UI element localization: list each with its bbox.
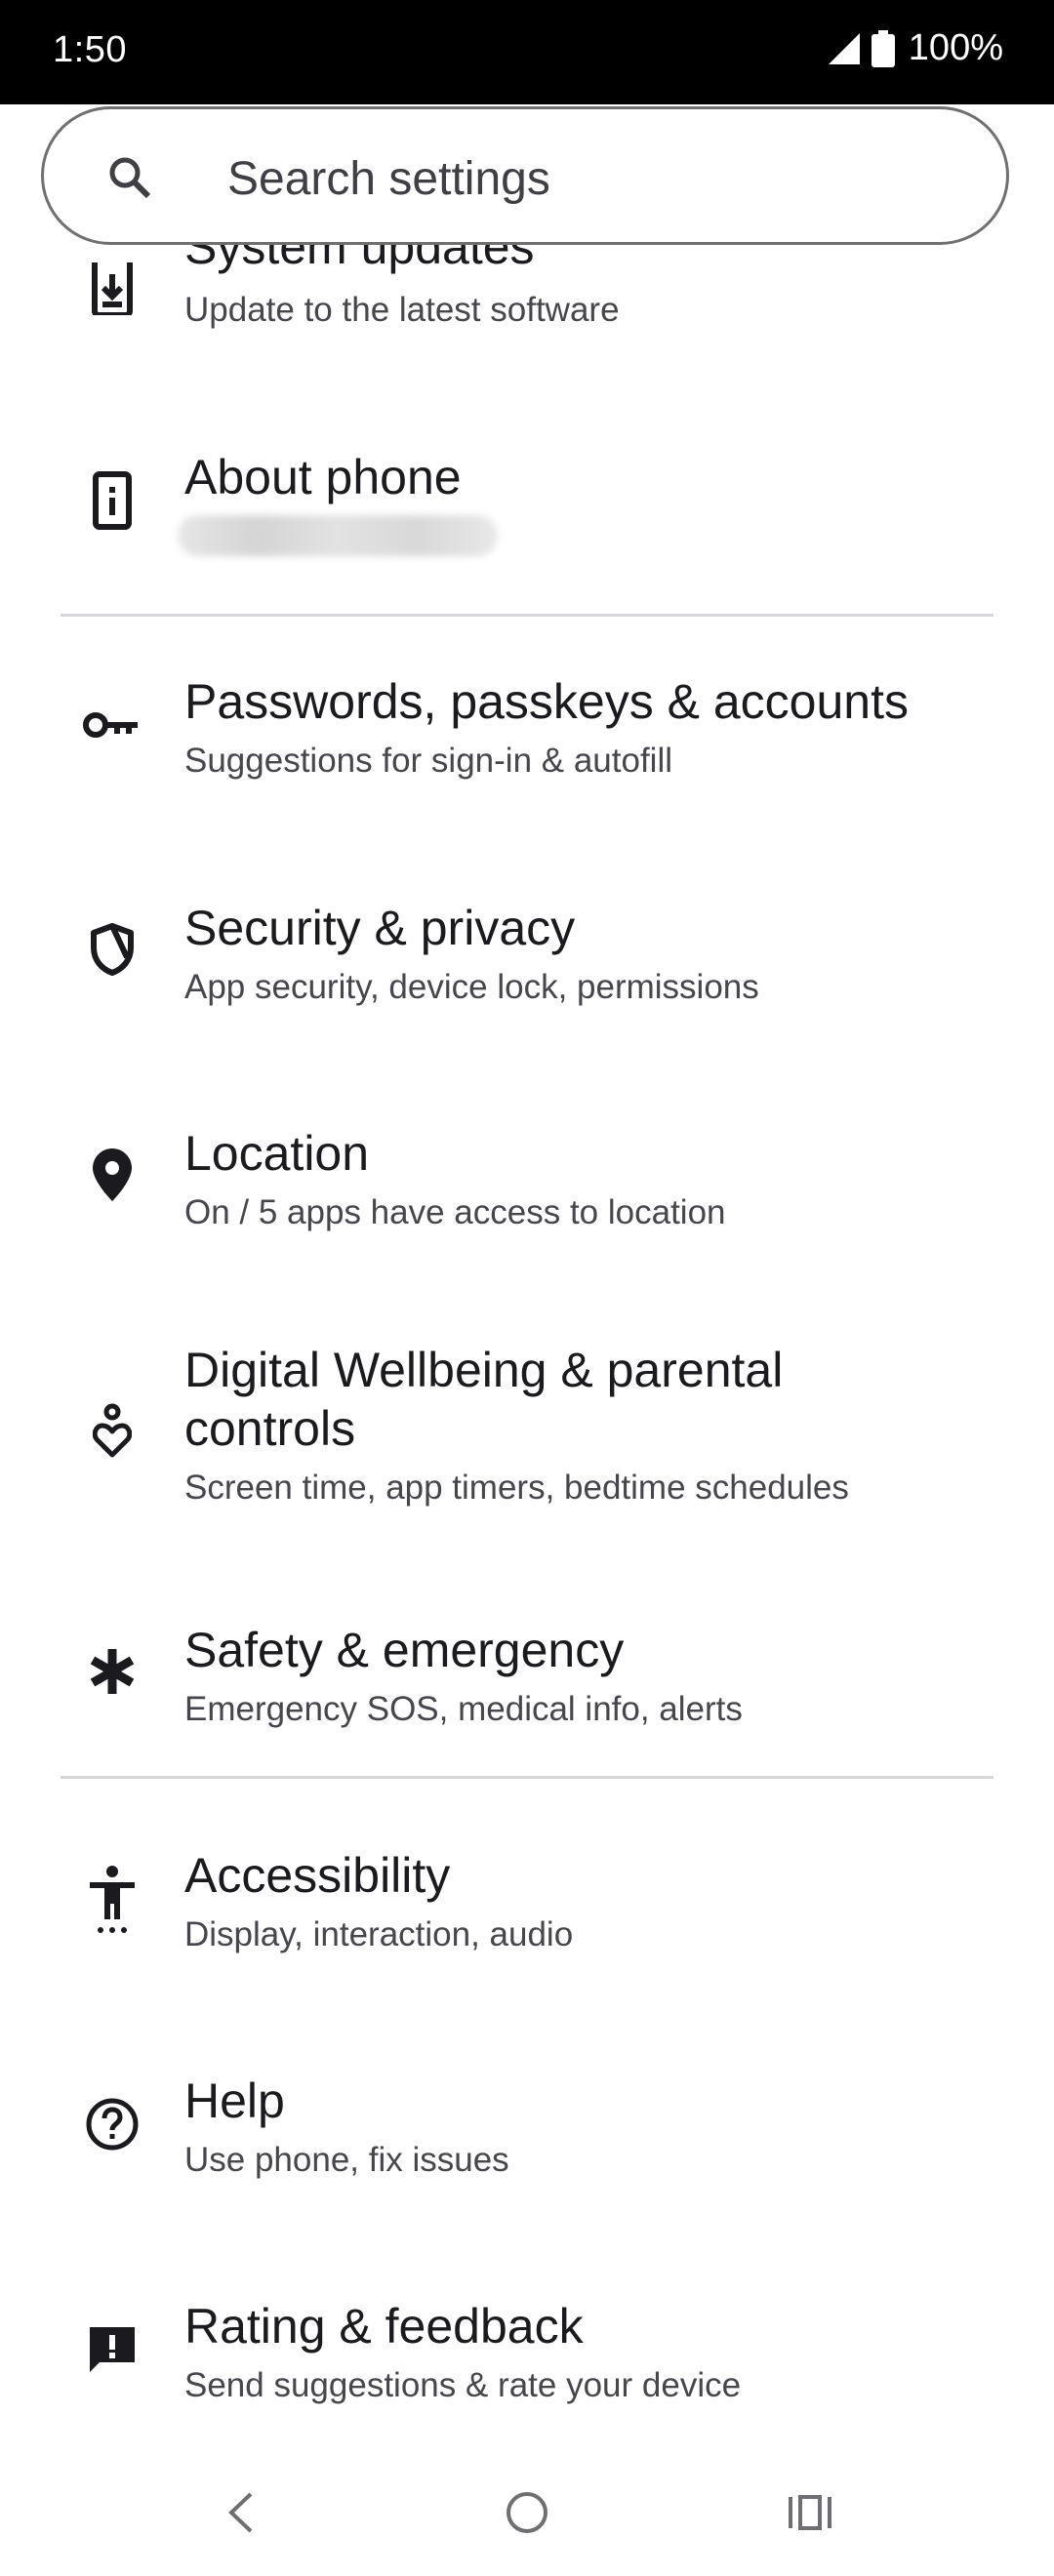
battery-icon — [871, 29, 895, 67]
search-placeholder: Search settings — [227, 153, 550, 205]
key-icon — [80, 693, 144, 757]
divider — [61, 1776, 993, 1779]
status-time: 1:50 — [53, 29, 127, 70]
settings-item-location[interactable]: Location On / 5 apps have access to loca… — [0, 1115, 1054, 1271]
settings-item-subtitle: Send suggestions & rate your device — [184, 2366, 742, 2404]
about-phone-icon — [80, 468, 144, 533]
accessibility-icon — [80, 1865, 144, 1935]
home-icon[interactable] — [498, 2483, 556, 2542]
settings-item-subtitle: Update to the latest software — [184, 291, 620, 329]
settings-item-about-phone[interactable]: About phone — [0, 439, 1054, 595]
battery-percentage: 100% — [908, 27, 1003, 68]
search-icon — [109, 157, 151, 199]
settings-item-title-line1: Digital Wellbeing & parental — [184, 1343, 784, 1397]
settings-item-title: Location — [184, 1126, 370, 1181]
settings-item-subtitle: Screen time, app timers, bedtime schedul… — [184, 1469, 849, 1507]
settings-item-subtitle: Suggestions for sign-in & autofill — [184, 742, 672, 780]
help-icon — [80, 2092, 144, 2156]
settings-item-digital-wellbeing[interactable]: Digital Wellbeing & parental controls Sc… — [0, 1332, 1054, 1527]
settings-item-subtitle: App security, device lock, permissions — [184, 968, 759, 1006]
signal-icon — [828, 32, 860, 64]
status-bar: 1:50 100% — [0, 0, 1054, 104]
settings-item-subtitle: Use phone, fix issues — [184, 2141, 509, 2179]
location-pin-icon — [80, 1143, 144, 1207]
recents-icon[interactable] — [781, 2483, 839, 2542]
settings-item-rating-feedback[interactable]: Rating & feedback Send suggestions & rat… — [0, 2288, 1054, 2444]
asterisk-icon — [80, 1639, 144, 1704]
navigation-bar — [0, 2439, 1054, 2576]
settings-item-accessibility[interactable]: Accessibility Display, interaction, audi… — [0, 1837, 1054, 1993]
feedback-icon — [80, 2317, 144, 2382]
settings-item-subtitle: Emergency SOS, medical info, alerts — [184, 1690, 743, 1728]
search-bar[interactable]: Search settings — [41, 106, 1009, 245]
settings-item-title: About phone — [184, 450, 462, 504]
back-icon[interactable] — [211, 2483, 269, 2542]
settings-item-title: Security & privacy — [184, 901, 576, 955]
settings-list: System updates Update to the latest soft… — [0, 0, 1054, 2439]
settings-item-system-updates[interactable]: System updates Update to the latest soft… — [0, 220, 1054, 371]
settings-item-help[interactable]: Help Use phone, fix issues — [0, 2063, 1054, 2219]
device-info-redacted — [178, 515, 498, 556]
shield-icon — [80, 917, 144, 982]
wellbeing-icon — [80, 1398, 144, 1463]
settings-item-subtitle: On / 5 apps have access to location — [184, 1193, 726, 1231]
system-update-icon — [80, 254, 144, 324]
divider — [61, 614, 993, 617]
settings-item-title-line2: controls — [184, 1401, 356, 1456]
settings-item-passwords-accounts[interactable]: Passwords, passkeys & accounts Suggestio… — [0, 664, 1054, 820]
settings-item-title: Passwords, passkeys & accounts — [184, 674, 909, 729]
settings-item-safety-emergency[interactable]: Safety & emergency Emergency SOS, medica… — [0, 1612, 1054, 1768]
settings-item-security-privacy[interactable]: Security & privacy App security, device … — [0, 890, 1054, 1046]
settings-item-subtitle: Display, interaction, audio — [184, 1915, 574, 1953]
settings-item-title: Accessibility — [184, 1848, 451, 1903]
settings-item-title: Help — [184, 2073, 285, 2128]
settings-item-title: Safety & emergency — [184, 1623, 625, 1677]
settings-item-title: Rating & feedback — [184, 2299, 584, 2354]
status-icons: 100% — [827, 27, 1003, 69]
